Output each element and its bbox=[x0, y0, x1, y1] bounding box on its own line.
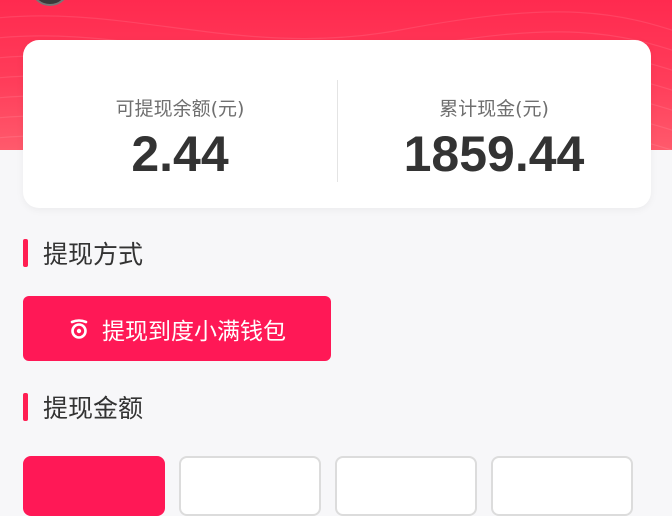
withdraw-method-section-title: 提现方式 bbox=[23, 237, 143, 269]
du-xiaoman-wallet-icon bbox=[68, 318, 90, 340]
amount-option-3[interactable] bbox=[335, 456, 477, 516]
amount-options bbox=[23, 456, 643, 516]
withdraw-to-wallet-label: 提现到度小满钱包 bbox=[102, 318, 286, 345]
section-accent-bar bbox=[23, 393, 28, 421]
amount-option-1[interactable] bbox=[23, 456, 165, 516]
balance-card: 可提现余额(元) 2.44 累计现金(元) 1859.44 bbox=[23, 40, 651, 208]
total-cash: 累计现金(元) 1859.44 bbox=[337, 40, 651, 208]
withdrawable-balance-label: 可提现余额(元) bbox=[115, 98, 245, 120]
section-accent-bar bbox=[23, 239, 28, 267]
withdraw-amount-title: 提现金额 bbox=[43, 394, 144, 423]
withdraw-method-title: 提现方式 bbox=[43, 240, 144, 269]
amount-option-4[interactable] bbox=[491, 456, 633, 516]
withdrawable-balance-value: 2.44 bbox=[131, 126, 229, 182]
withdrawable-balance: 可提现余额(元) 2.44 bbox=[23, 40, 337, 208]
total-cash-label: 累计现金(元) bbox=[439, 98, 549, 120]
withdraw-to-wallet-button[interactable]: 提现到度小满钱包 bbox=[23, 296, 331, 361]
amount-option-2[interactable] bbox=[179, 456, 321, 516]
total-cash-value: 1859.44 bbox=[403, 126, 585, 182]
withdraw-amount-section-title: 提现金额 bbox=[23, 391, 143, 423]
